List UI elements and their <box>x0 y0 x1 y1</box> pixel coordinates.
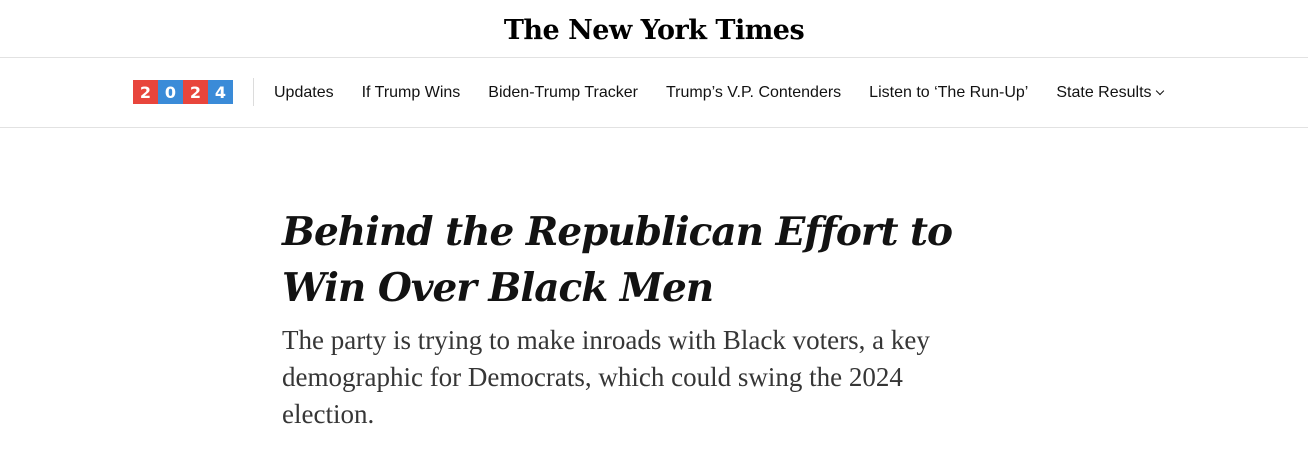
article-summary: The party is trying to make inroads with… <box>282 325 930 429</box>
nav-link-updates[interactable]: Updates <box>274 84 334 102</box>
nav-link-state-results[interactable]: State Results <box>1056 83 1164 102</box>
badge-digit: 4 <box>208 80 233 104</box>
election-2024-badge[interactable]: 2 0 2 4 <box>133 80 233 104</box>
article-headline: Behind the Republican Effort to Win Over… <box>282 209 953 311</box>
badge-digit: 0 <box>158 80 183 104</box>
nav-divider <box>253 78 254 106</box>
nav-link-vp-contenders[interactable]: Trump’s V.P. Contenders <box>666 84 841 102</box>
nav-link-if-trump-wins[interactable]: If Trump Wins <box>362 84 461 102</box>
badge-digit: 2 <box>133 80 158 104</box>
nav-links: Updates If Trump Wins Biden-Trump Tracke… <box>274 58 1164 127</box>
nav-link-biden-trump-tracker[interactable]: Biden-Trump Tracker <box>488 84 638 102</box>
election-nav-bar: 2 0 2 4 Updates If Trump Wins Biden-Trum… <box>0 58 1308 128</box>
badge-digit: 2 <box>183 80 208 104</box>
nav-link-run-up-podcast[interactable]: Listen to ‘The Run-Up’ <box>869 84 1028 102</box>
chevron-down-icon <box>1155 86 1164 95</box>
nyt-logo[interactable]: The New York Times <box>504 15 805 46</box>
article-header: Behind the Republican Effort to Win Over… <box>282 204 1022 433</box>
state-results-label: State Results <box>1056 83 1152 101</box>
masthead: The New York Times <box>0 0 1308 58</box>
